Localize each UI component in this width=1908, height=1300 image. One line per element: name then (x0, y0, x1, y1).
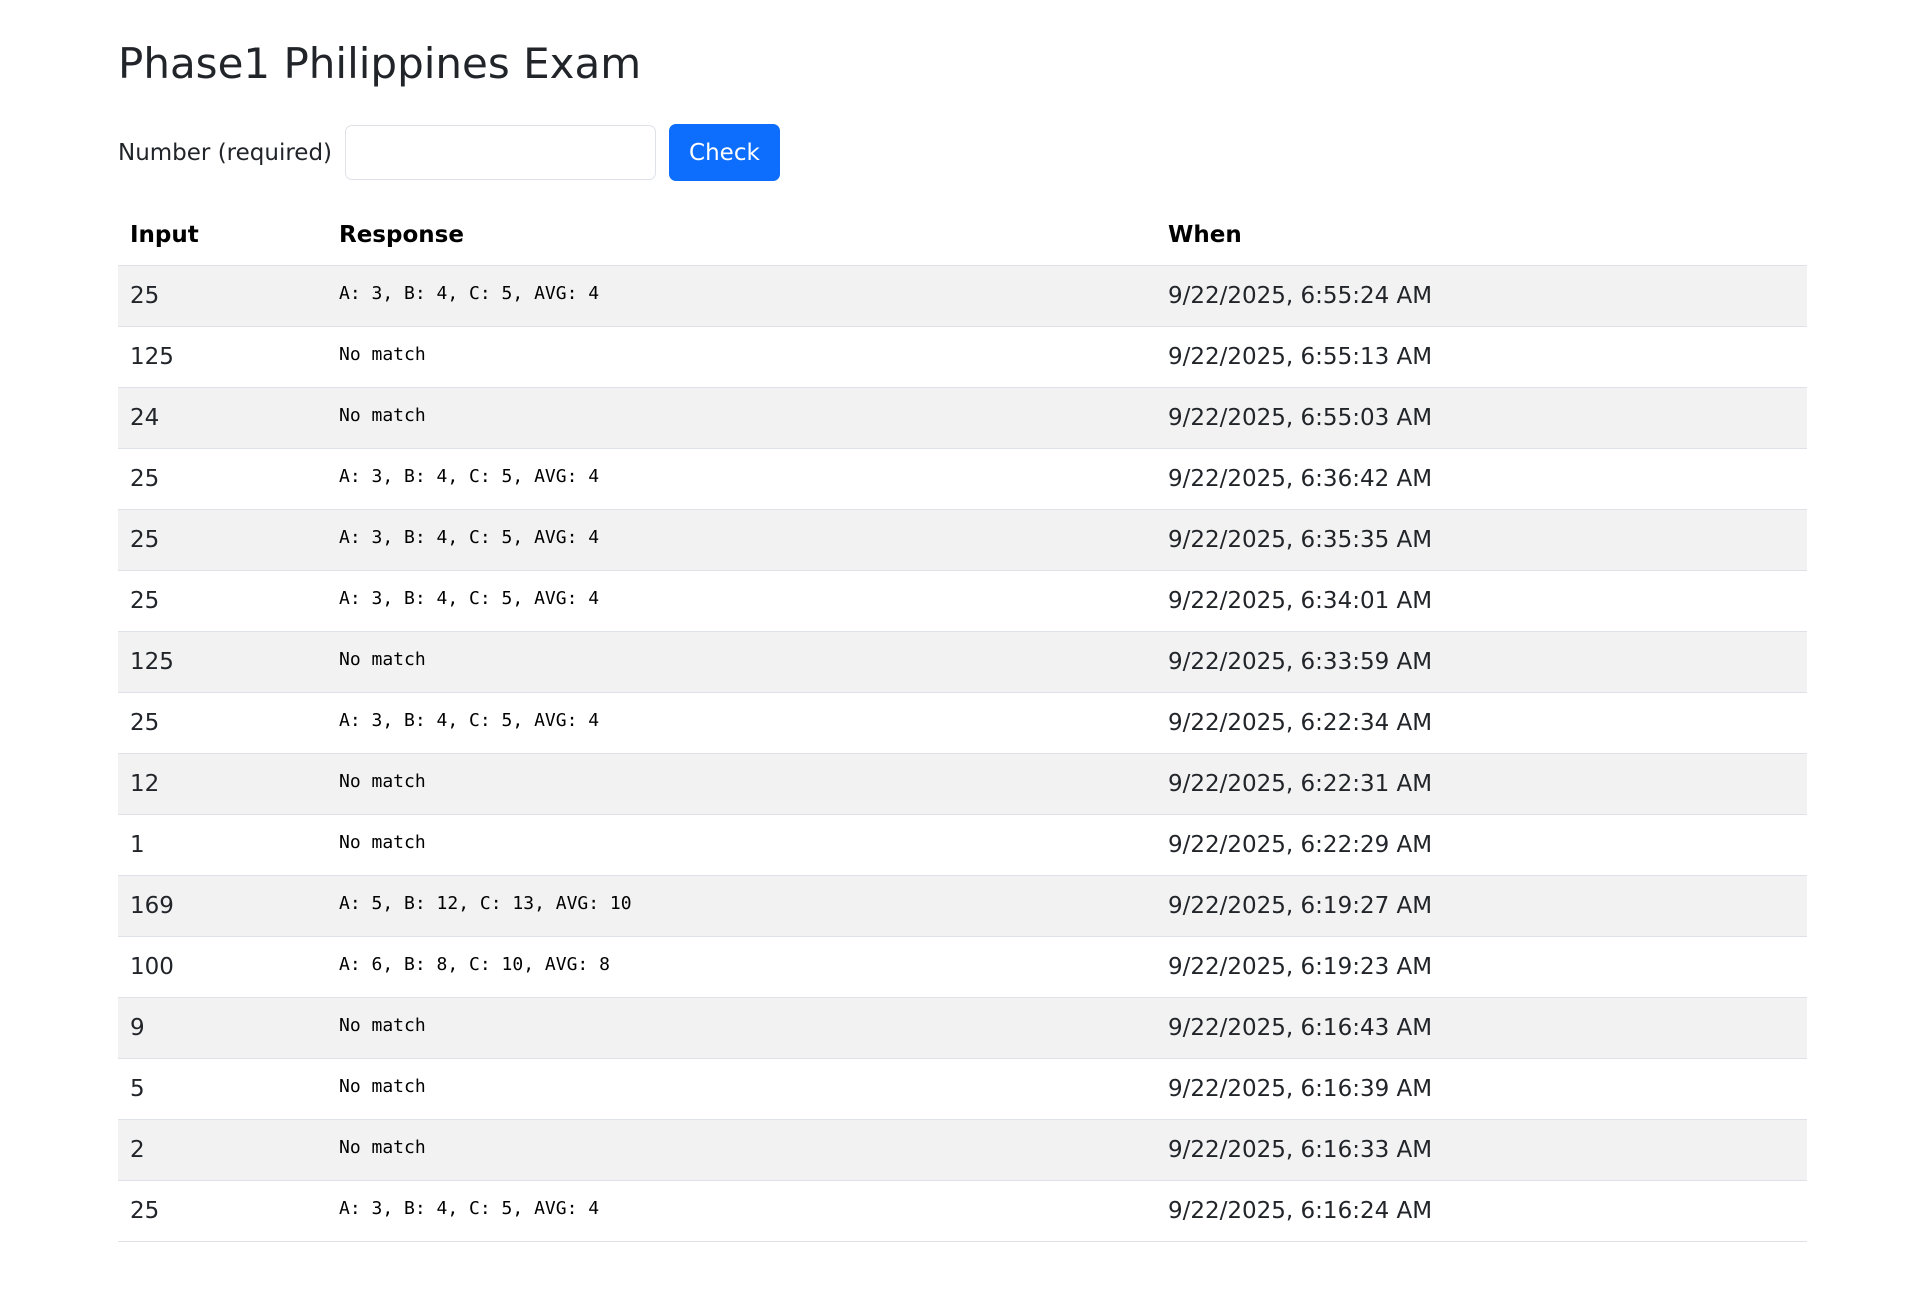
response-cell: No match (327, 326, 1156, 388)
response-cell: No match (327, 387, 1156, 449)
table-row: 25 A: 3, B: 4, C: 5, AVG: 4 9/22/2025, 6:5… (118, 265, 1807, 327)
response-text: No match (339, 649, 426, 670)
table-row: 100 A: 6, B: 8, C: 10, AVG: 8 9/22/2025, 6… (118, 936, 1807, 998)
table-row: 25 A: 3, B: 4, C: 5, AVG: 4 9/22/2025, 6:3… (118, 448, 1807, 510)
input-cell: 9 (118, 997, 327, 1059)
input-cell: 25 (118, 448, 327, 510)
table-row: 25 A: 3, B: 4, C: 5, AVG: 4 9/22/2025, 6:3… (118, 509, 1807, 571)
input-cell: 125 (118, 631, 327, 693)
table-row: 9 No match 9/22/2025, 6:16:43 AM (118, 997, 1807, 1059)
when-cell: 9/22/2025, 6:19:23 AM (1156, 936, 1807, 998)
when-cell: 9/22/2025, 6:16:39 AM (1156, 1058, 1807, 1120)
response-text: No match (339, 1137, 426, 1158)
when-cell: 9/22/2025, 6:16:24 AM (1156, 1180, 1807, 1242)
input-cell: 169 (118, 875, 327, 937)
response-cell: A: 5, B: 12, C: 13, AVG: 10 (327, 875, 1156, 937)
when-cell: 9/22/2025, 6:22:29 AM (1156, 814, 1807, 876)
when-cell: 9/22/2025, 6:22:34 AM (1156, 692, 1807, 754)
when-cell: 9/22/2025, 6:36:42 AM (1156, 448, 1807, 510)
response-cell: No match (327, 814, 1156, 876)
input-cell: 25 (118, 265, 327, 327)
response-text: A: 3, B: 4, C: 5, AVG: 4 (339, 588, 600, 609)
input-cell: 100 (118, 936, 327, 998)
input-cell: 5 (118, 1058, 327, 1120)
when-cell: 9/22/2025, 6:55:03 AM (1156, 387, 1807, 449)
when-cell: 9/22/2025, 6:55:24 AM (1156, 265, 1807, 327)
table-row: 169 A: 5, B: 12, C: 13, AVG: 10 9/22/2025,… (118, 875, 1807, 937)
table-row: 12 No match 9/22/2025, 6:22:31 AM (118, 753, 1807, 815)
column-header-input: Input (118, 205, 327, 266)
table-row: 24 No match 9/22/2025, 6:55:03 AM (118, 387, 1807, 449)
table-row: 25 A: 3, B: 4, C: 5, AVG: 4 9/22/2025, 6:2… (118, 692, 1807, 754)
response-cell: A: 3, B: 4, C: 5, AVG: 4 (327, 509, 1156, 571)
table-row: 125 No match 9/22/2025, 6:33:59 AM (118, 631, 1807, 693)
input-cell: 25 (118, 692, 327, 754)
when-cell: 9/22/2025, 6:22:31 AM (1156, 753, 1807, 815)
table-row: 125 No match 9/22/2025, 6:55:13 AM (118, 326, 1807, 388)
response-text: A: 3, B: 4, C: 5, AVG: 4 (339, 527, 600, 548)
response-cell: A: 6, B: 8, C: 10, AVG: 8 (327, 936, 1156, 998)
response-text: No match (339, 1015, 426, 1036)
table-row: 25 A: 3, B: 4, C: 5, AVG: 4 9/22/2025, 6:3… (118, 570, 1807, 632)
when-cell: 9/22/2025, 6:35:35 AM (1156, 509, 1807, 571)
input-cell: 25 (118, 1180, 327, 1242)
input-cell: 12 (118, 753, 327, 815)
input-cell: 2 (118, 1119, 327, 1181)
response-text: A: 6, B: 8, C: 10, AVG: 8 (339, 954, 610, 975)
table-row: 2 No match 9/22/2025, 6:16:33 AM (118, 1119, 1807, 1181)
column-header-response: Response (327, 205, 1156, 266)
response-cell: No match (327, 1119, 1156, 1181)
when-cell: 9/22/2025, 6:16:33 AM (1156, 1119, 1807, 1181)
header-row: Input Response When (118, 205, 1807, 266)
response-cell: No match (327, 1058, 1156, 1120)
response-text: A: 3, B: 4, C: 5, AVG: 4 (339, 283, 600, 304)
number-label: Number (required) (118, 139, 333, 166)
input-cell: 1 (118, 814, 327, 876)
input-cell: 25 (118, 570, 327, 632)
table-header: Input Response When (118, 205, 1807, 266)
response-text: No match (339, 405, 426, 426)
response-cell: A: 3, B: 4, C: 5, AVG: 4 (327, 448, 1156, 510)
response-text: A: 5, B: 12, C: 13, AVG: 10 (339, 893, 632, 914)
when-cell: 9/22/2025, 6:34:01 AM (1156, 570, 1807, 632)
response-text: A: 3, B: 4, C: 5, AVG: 4 (339, 1198, 600, 1219)
input-cell: 125 (118, 326, 327, 388)
response-cell: A: 3, B: 4, C: 5, AVG: 4 (327, 265, 1156, 327)
history-table: Input Response When 25 A: 3, B: 4, C: 5, … (118, 205, 1807, 1242)
response-cell: A: 3, B: 4, C: 5, AVG: 4 (327, 570, 1156, 632)
response-cell: No match (327, 631, 1156, 693)
column-header-when: When (1156, 205, 1807, 266)
response-text: A: 3, B: 4, C: 5, AVG: 4 (339, 466, 600, 487)
when-cell: 9/22/2025, 6:55:13 AM (1156, 326, 1807, 388)
response-text: No match (339, 344, 426, 365)
table-row: 1 No match 9/22/2025, 6:22:29 AM (118, 814, 1807, 876)
response-text: No match (339, 771, 426, 792)
response-text: No match (339, 1076, 426, 1097)
table-body: 25 A: 3, B: 4, C: 5, AVG: 4 9/22/2025, 6:5… (118, 265, 1807, 1242)
response-cell: A: 3, B: 4, C: 5, AVG: 4 (327, 692, 1156, 754)
table-row: 5 No match 9/22/2025, 6:16:39 AM (118, 1058, 1807, 1120)
page-title: Phase1 Philippines Exam (118, 39, 642, 88)
response-text: A: 3, B: 4, C: 5, AVG: 4 (339, 710, 600, 731)
check-button[interactable]: Check (669, 124, 780, 181)
when-cell: 9/22/2025, 6:16:43 AM (1156, 997, 1807, 1059)
input-cell: 24 (118, 387, 327, 449)
response-cell: No match (327, 997, 1156, 1059)
table-row: 25 A: 3, B: 4, C: 5, AVG: 4 9/22/2025, 6:1… (118, 1180, 1807, 1242)
response-cell: A: 3, B: 4, C: 5, AVG: 4 (327, 1180, 1156, 1242)
input-cell: 25 (118, 509, 327, 571)
when-cell: 9/22/2025, 6:19:27 AM (1156, 875, 1807, 937)
response-cell: No match (327, 753, 1156, 815)
when-cell: 9/22/2025, 6:33:59 AM (1156, 631, 1807, 693)
check-form: Number (required) Check (118, 124, 780, 181)
number-input[interactable] (345, 125, 657, 180)
response-text: No match (339, 832, 426, 853)
